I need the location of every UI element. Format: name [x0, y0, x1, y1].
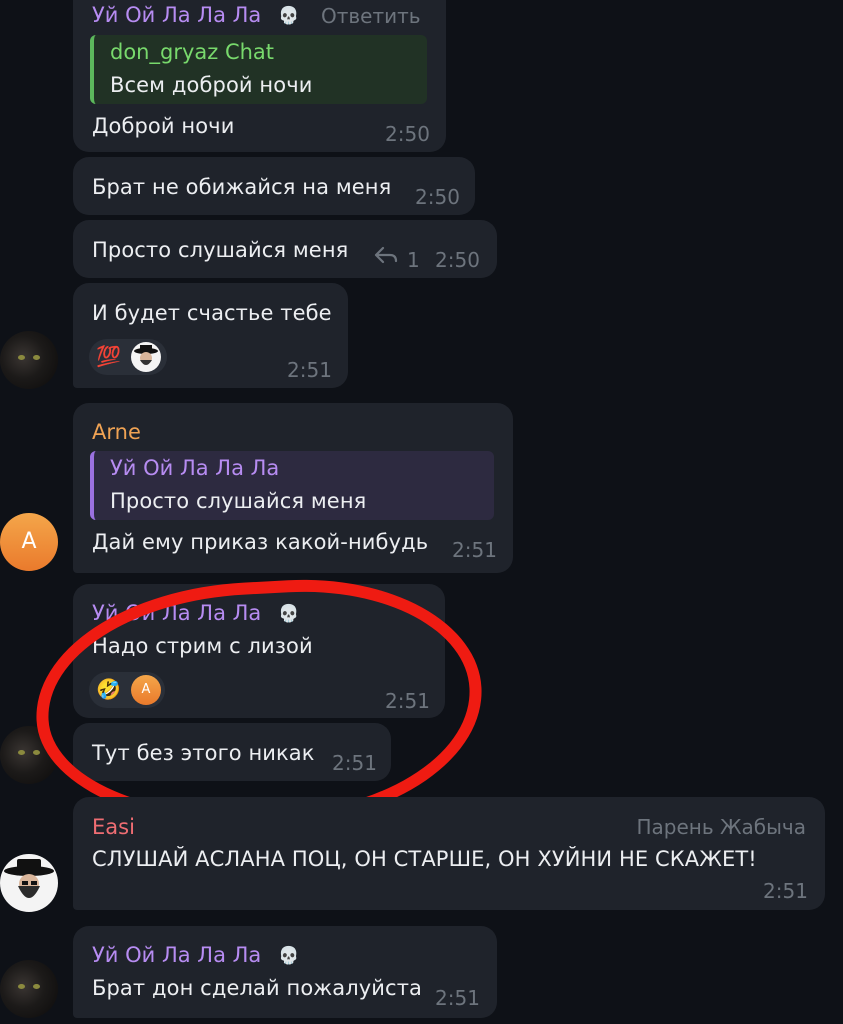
sender-title: Парень Жабыча — [636, 815, 806, 839]
message-text: Брат дон сделай пожалуйста — [92, 976, 422, 1000]
sender-status-emoji-icon: 💀 — [278, 946, 300, 966]
reply-arrow-icon[interactable] — [373, 244, 399, 270]
sender-name[interactable]: Easi — [92, 815, 135, 839]
message-text: И будет счастье тебе — [92, 301, 332, 325]
sender-name[interactable]: Arne — [92, 420, 141, 444]
message-text: Просто слушайся меня — [92, 238, 349, 262]
reply-quote[interactable]: Уй Ой Ла Ла Ла Просто слушайся меня — [90, 451, 494, 520]
reply-quote[interactable]: don_gryaz Chat Всем доброй ночи — [90, 35, 427, 104]
message-bubble[interactable]: Уй Ой Ла Ла Ла 💀 Брат дон сделай пожалуй… — [73, 926, 497, 1018]
message-bubble[interactable]: И будет счастье тебе 💯 2:51 — [73, 283, 348, 388]
message-time: 2:50 — [415, 185, 460, 209]
quote-text: Всем доброй ночи — [110, 73, 313, 97]
message-time: 2:50 — [435, 248, 480, 272]
message-text: Дай ему приказ какой-нибудь — [92, 530, 429, 554]
sender-status-emoji-icon: 💀 — [278, 6, 300, 26]
message-time: 2:51 — [287, 358, 332, 382]
quote-author: Уй Ой Ла Ла Ла — [110, 456, 280, 480]
quote-text: Просто слушайся меня — [110, 489, 367, 513]
message-bubble[interactable]: Уй Ой Ла Ла Ла 💀 Ответить don_gryaz Chat… — [73, 0, 446, 152]
message-time: 2:51 — [435, 986, 480, 1010]
message-time: 2:50 — [385, 122, 430, 146]
message-time: 2:51 — [763, 879, 808, 903]
message-bubble[interactable]: Просто слушайся меня 1 2:50 — [73, 220, 497, 278]
message-bubble[interactable]: Easi Парень Жабыча СЛУШАЙ АСЛАНА ПОЦ, ОН… — [73, 797, 825, 910]
reactor-avatar — [131, 342, 161, 372]
user-avatar-cat[interactable] — [0, 331, 58, 389]
message-time: 2:51 — [452, 538, 497, 562]
user-avatar-hat[interactable] — [0, 854, 58, 912]
sender-name[interactable]: Уй Ой Ла Ла Ла — [92, 3, 261, 27]
message-text: СЛУШАЙ АСЛАНА ПОЦ, ОН СТАРШЕ, ОН ХУЙНИ Н… — [92, 847, 757, 871]
message-bubble[interactable]: Arne Уй Ой Ла Ла Ла Просто слушайся меня… — [73, 403, 513, 573]
message-bubble[interactable]: Брат не обижайся на меня 2:50 — [73, 157, 475, 215]
user-avatar-letter[interactable]: A — [0, 513, 58, 571]
reply-count[interactable]: 1 — [407, 248, 420, 272]
sender-name[interactable]: Уй Ой Ла Ла Ла — [92, 943, 261, 967]
message-text: Доброй ночи — [92, 114, 235, 138]
reply-action[interactable]: Ответить — [321, 4, 421, 28]
message-text: Брат не обижайся на меня — [92, 175, 392, 199]
user-avatar-cat[interactable] — [0, 960, 58, 1018]
reaction-pill[interactable]: 💯 — [89, 339, 167, 375]
quote-author: don_gryaz Chat — [110, 40, 275, 64]
hundred-points-emoji-icon: 💯 — [96, 344, 121, 368]
